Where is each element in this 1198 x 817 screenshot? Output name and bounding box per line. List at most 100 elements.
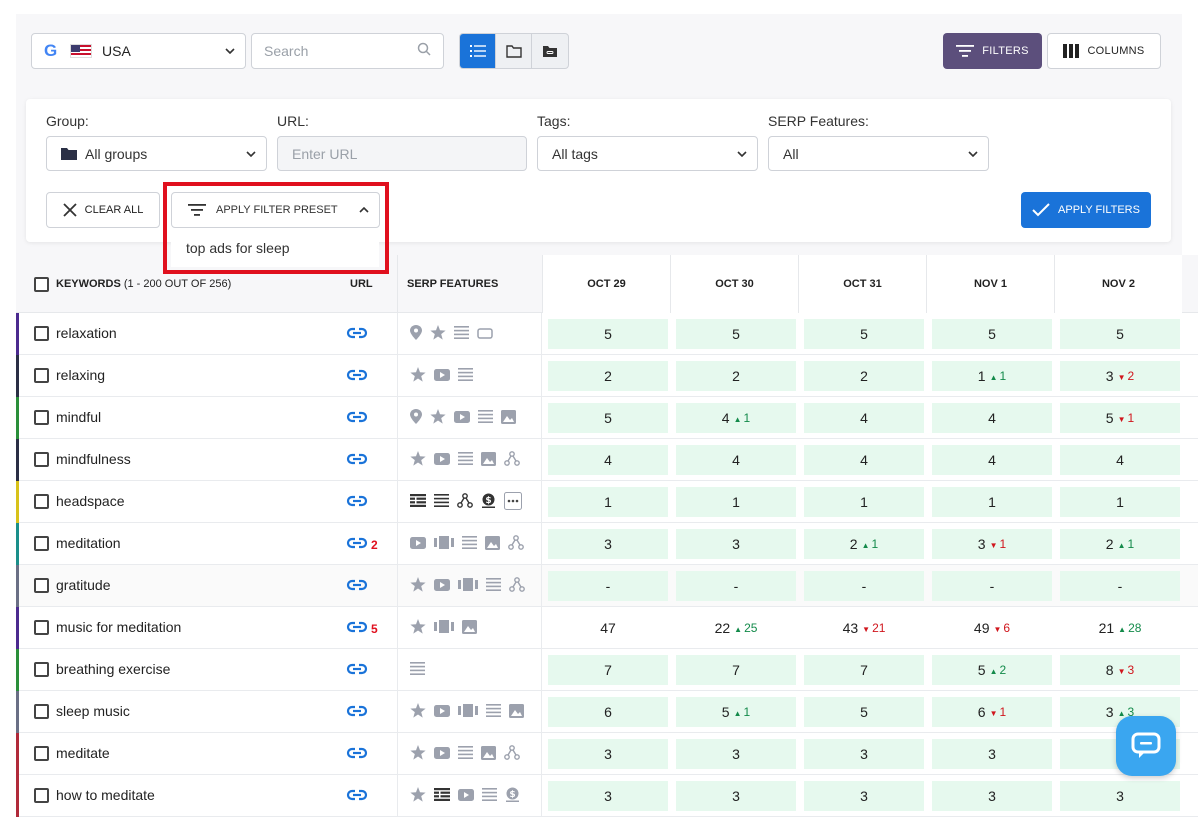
- rank-cell[interactable]: 47: [548, 613, 668, 643]
- row-checkbox[interactable]: [34, 620, 49, 635]
- rank-cell[interactable]: 1: [676, 487, 796, 517]
- rank-cell[interactable]: 5 ▲ 1: [676, 697, 796, 727]
- rank-cell[interactable]: -: [932, 571, 1052, 601]
- table-row[interactable]: relaxing 2 2 2 1 ▲ 1 3 ▼ 2: [16, 355, 1198, 397]
- chat-button[interactable]: [1116, 716, 1176, 776]
- rank-cell[interactable]: 1 ▲ 1: [932, 361, 1052, 391]
- row-checkbox[interactable]: [34, 452, 49, 467]
- rank-cell[interactable]: 2: [804, 361, 924, 391]
- folder-link-view-button[interactable]: [532, 34, 568, 68]
- preset-option-item[interactable]: top ads for sleep: [171, 231, 379, 267]
- row-checkbox[interactable]: [34, 326, 49, 341]
- date-header-nov-2[interactable]: NOV 2: [1054, 255, 1182, 313]
- rank-cell[interactable]: 3 ▼ 1: [932, 529, 1052, 559]
- date-header-oct-31[interactable]: OCT 31: [798, 255, 926, 313]
- apply-filter-preset-button[interactable]: APPLY FILTER PRESET: [171, 192, 380, 228]
- rank-cell[interactable]: 3: [676, 529, 796, 559]
- url-link[interactable]: [346, 326, 368, 343]
- table-row[interactable]: breathing exercise 7 7 7 5 ▲ 2 8 ▼ 3: [16, 649, 1198, 691]
- rank-cell[interactable]: 4: [676, 445, 796, 475]
- row-checkbox[interactable]: [34, 704, 49, 719]
- url-link[interactable]: [346, 578, 368, 595]
- columns-button[interactable]: COLUMNS: [1047, 33, 1161, 69]
- rank-cell[interactable]: 5: [804, 319, 924, 349]
- table-row[interactable]: music for meditation 5 47 22 ▲ 25 43 ▼ 21 49 ▼ 6 21 ▲…: [16, 607, 1198, 649]
- url-link[interactable]: [346, 452, 368, 469]
- rank-cell[interactable]: 4: [932, 445, 1052, 475]
- row-checkbox[interactable]: [34, 788, 49, 803]
- rank-cell[interactable]: 3: [548, 781, 668, 811]
- apply-filters-button[interactable]: APPLY FILTERS: [1021, 192, 1151, 228]
- table-row[interactable]: mindfulness 4 4 4 4 4: [16, 439, 1198, 481]
- rank-cell[interactable]: 3: [804, 781, 924, 811]
- rank-cell[interactable]: 5: [548, 403, 668, 433]
- rank-cell[interactable]: 4 ▲ 1: [676, 403, 796, 433]
- url-link[interactable]: [346, 410, 368, 427]
- row-checkbox[interactable]: [34, 578, 49, 593]
- row-checkbox[interactable]: [34, 368, 49, 383]
- table-row[interactable]: meditate33333: [16, 733, 1198, 775]
- rank-cell[interactable]: 3: [548, 529, 668, 559]
- date-header-nov-1[interactable]: NOV 1: [926, 255, 1054, 313]
- rank-cell[interactable]: 3 ▼ 2: [1060, 361, 1180, 391]
- row-checkbox[interactable]: [34, 662, 49, 677]
- rank-cell[interactable]: 3: [676, 739, 796, 769]
- date-header-oct-30[interactable]: OCT 30: [670, 255, 798, 313]
- row-checkbox[interactable]: [34, 746, 49, 761]
- rank-cell[interactable]: 7: [676, 655, 796, 685]
- rank-cell[interactable]: 2: [548, 361, 668, 391]
- serp-features-select[interactable]: All: [768, 136, 989, 171]
- country-select[interactable]: G USA: [31, 33, 246, 69]
- rank-cell[interactable]: 1: [932, 487, 1052, 517]
- select-all-checkbox[interactable]: [34, 255, 49, 313]
- more-icon[interactable]: [504, 491, 522, 513]
- folder-view-button[interactable]: [496, 34, 532, 68]
- rank-cell[interactable]: 5: [548, 319, 668, 349]
- clear-all-button[interactable]: CLEAR ALL: [46, 192, 160, 228]
- url-input[interactable]: Enter URL: [277, 136, 527, 171]
- rank-cell[interactable]: 5: [1060, 319, 1180, 349]
- table-row[interactable]: sleep music 6 5 ▲ 1 5 6 ▼ 1 3 ▲ 3: [16, 691, 1198, 733]
- rank-cell[interactable]: 3: [548, 739, 668, 769]
- rank-cell[interactable]: 2: [676, 361, 796, 391]
- row-checkbox[interactable]: [34, 494, 49, 509]
- rank-cell[interactable]: -: [1060, 571, 1180, 601]
- table-row[interactable]: meditation 2 3 3 2 ▲ 1 3 ▼ 1 2 ▲ 1: [16, 523, 1198, 565]
- rank-cell[interactable]: -: [548, 571, 668, 601]
- url-link[interactable]: [346, 494, 368, 511]
- url-link[interactable]: [346, 662, 368, 679]
- rank-cell[interactable]: 5: [804, 697, 924, 727]
- rank-cell[interactable]: 7: [548, 655, 668, 685]
- row-checkbox[interactable]: [34, 410, 49, 425]
- url-link[interactable]: [346, 704, 368, 721]
- rank-cell[interactable]: 1: [1060, 487, 1180, 517]
- rank-cell[interactable]: 3: [932, 781, 1052, 811]
- rank-cell[interactable]: 6: [548, 697, 668, 727]
- table-row[interactable]: headspace $1 1 1 1 1: [16, 481, 1198, 523]
- rank-cell[interactable]: 3: [676, 781, 796, 811]
- rank-cell[interactable]: 1: [804, 487, 924, 517]
- table-row[interactable]: gratitude - - - - -: [16, 565, 1198, 607]
- rank-cell[interactable]: -: [804, 571, 924, 601]
- list-view-button[interactable]: [460, 34, 496, 68]
- rank-cell[interactable]: 3: [932, 739, 1052, 769]
- url-link[interactable]: [346, 746, 368, 763]
- rank-cell[interactable]: 49 ▼ 6: [932, 613, 1052, 643]
- url-link[interactable]: 2: [346, 536, 378, 553]
- row-checkbox[interactable]: [34, 536, 49, 551]
- table-row[interactable]: mindful 5 4 ▲ 1 4 4 5 ▼ 1: [16, 397, 1198, 439]
- rank-cell[interactable]: 4: [804, 403, 924, 433]
- rank-cell[interactable]: 4: [548, 445, 668, 475]
- search-box[interactable]: [251, 33, 444, 69]
- tags-select[interactable]: All tags: [537, 136, 758, 171]
- url-link[interactable]: [346, 788, 368, 805]
- rank-cell[interactable]: 5: [932, 319, 1052, 349]
- filters-button[interactable]: FILTERS: [943, 33, 1042, 69]
- rank-cell[interactable]: 2 ▲ 1: [804, 529, 924, 559]
- rank-cell[interactable]: 3: [804, 739, 924, 769]
- rank-cell[interactable]: 7: [804, 655, 924, 685]
- url-link[interactable]: 5: [346, 620, 378, 637]
- rank-cell[interactable]: 3: [1060, 781, 1180, 811]
- rank-cell[interactable]: 5 ▲ 2: [932, 655, 1052, 685]
- rank-cell[interactable]: 21 ▲ 28: [1060, 613, 1180, 643]
